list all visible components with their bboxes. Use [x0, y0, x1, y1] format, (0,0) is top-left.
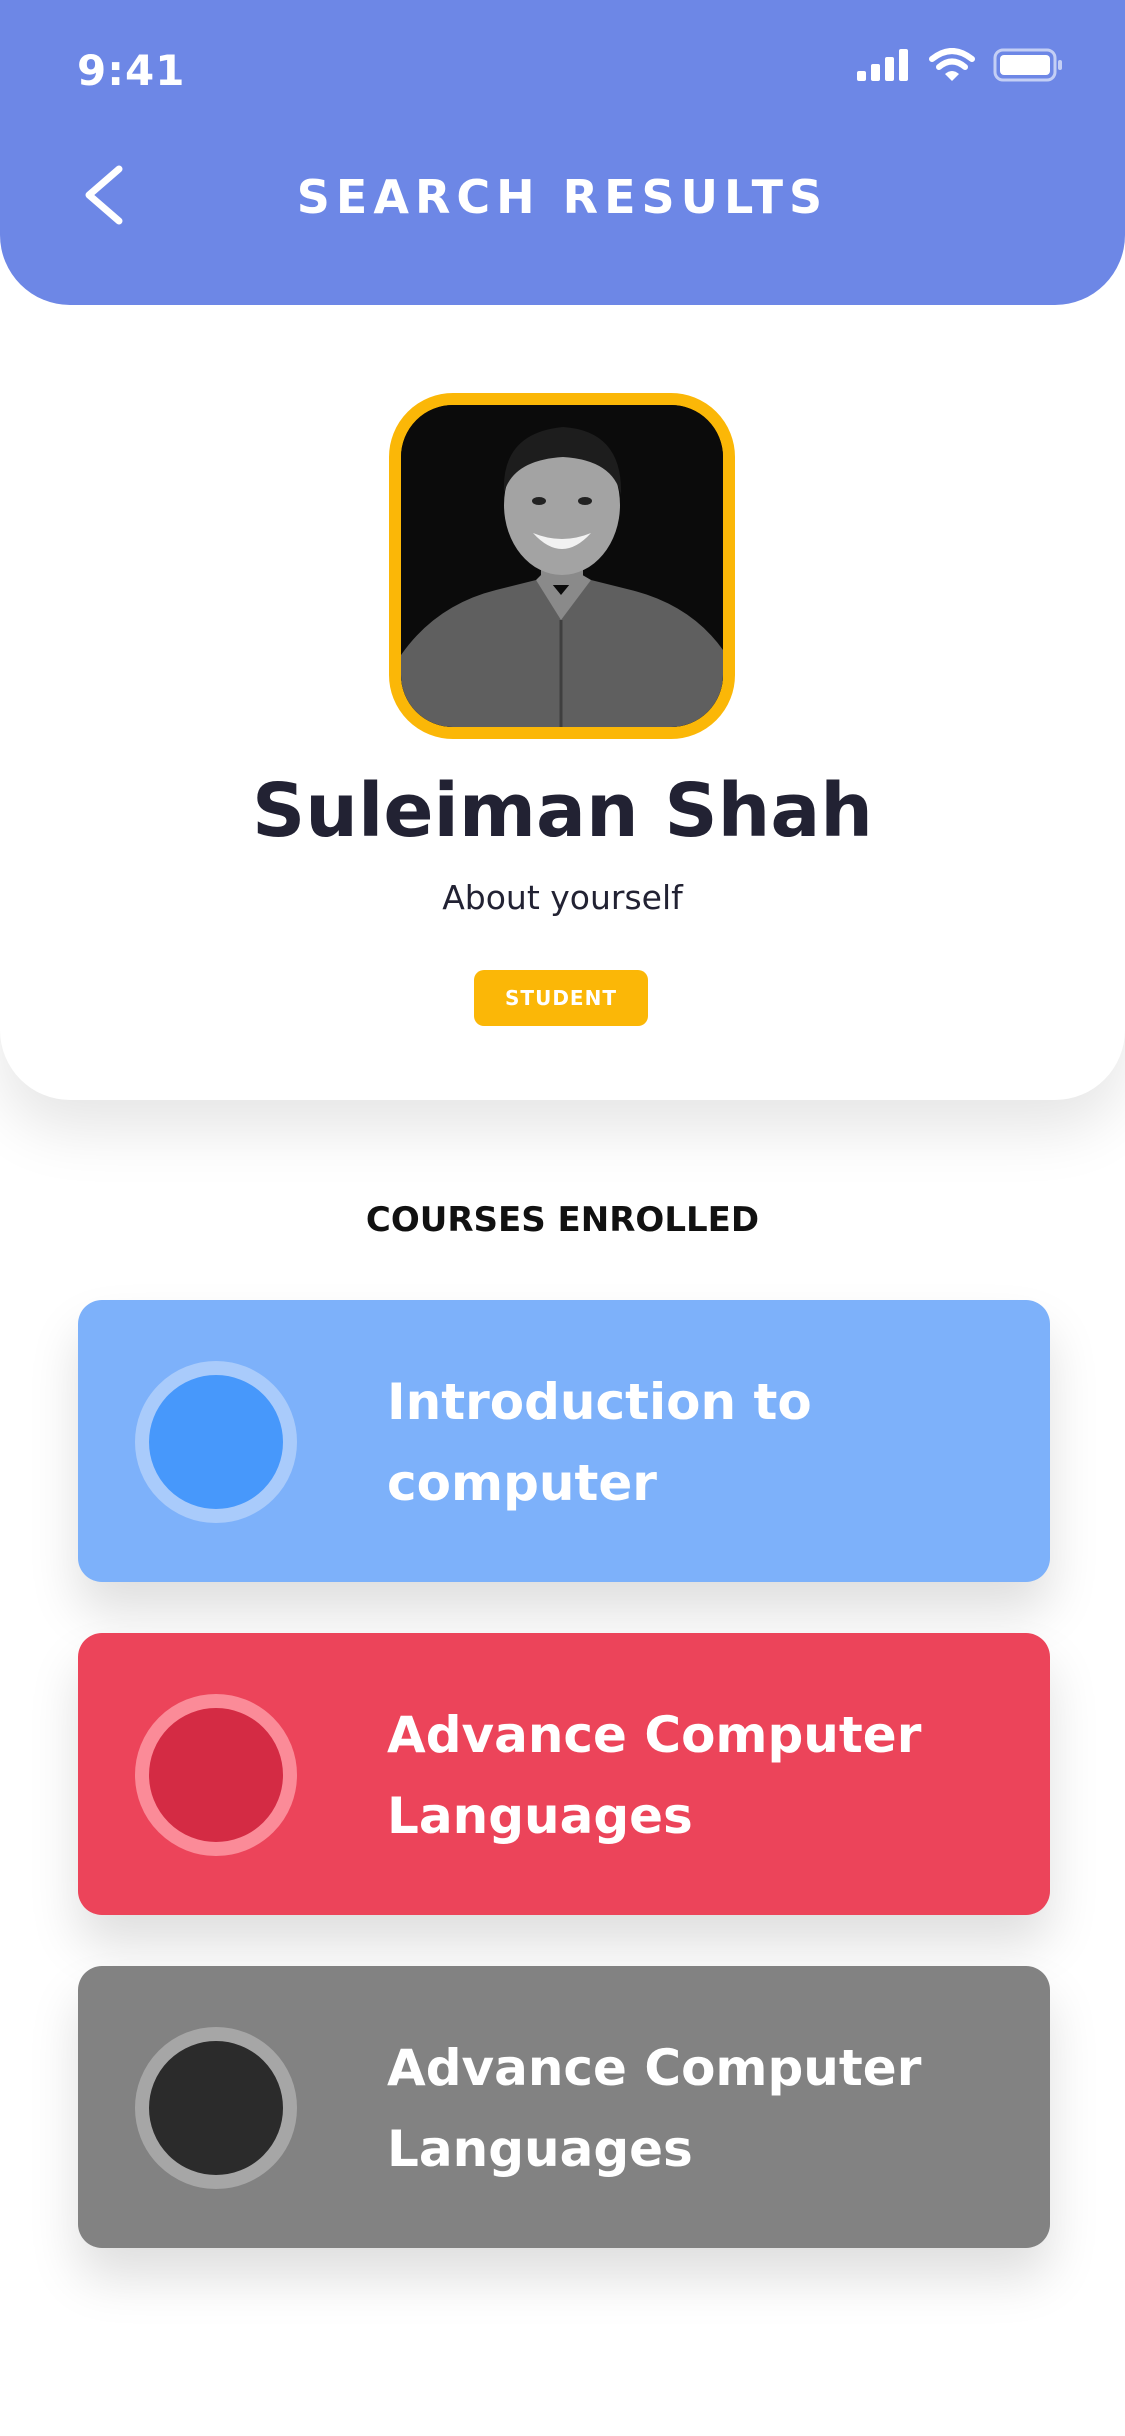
- avatar-photo: [401, 405, 723, 727]
- cellular-signal-icon: [857, 49, 908, 81]
- courses-section-title: COURSES ENROLLED: [365, 1200, 760, 1240]
- course-title: Advance Computer Languages: [387, 1706, 922, 1845]
- course-title: Introduction to computer: [387, 1373, 812, 1512]
- status-bar: 9:41: [0, 0, 1125, 130]
- role-badge: STUDENT: [474, 970, 648, 1026]
- course-circle-icon: [135, 2027, 297, 2189]
- battery-icon: [993, 48, 1062, 82]
- wifi-icon: [929, 48, 975, 81]
- profile-card: Suleiman Shah About yourself STUDENT: [0, 250, 1125, 1100]
- course-card[interactable]: Introduction to computer: [78, 1300, 1050, 1582]
- page-title: SEARCH RESULTS: [296, 170, 829, 224]
- status-icons: [857, 48, 1063, 82]
- course-card[interactable]: Advance Computer Languages: [78, 1966, 1050, 2248]
- avatar: [389, 393, 735, 739]
- profile-name: Suleiman Shah: [252, 768, 873, 854]
- course-title: Advance Computer Languages: [387, 2039, 922, 2178]
- course-circle-icon: [135, 1361, 297, 1523]
- status-time: 9:41: [77, 46, 186, 95]
- profile-about: About yourself: [442, 878, 683, 917]
- course-circle-icon: [135, 1694, 297, 1856]
- course-card[interactable]: Advance Computer Languages: [78, 1633, 1050, 1915]
